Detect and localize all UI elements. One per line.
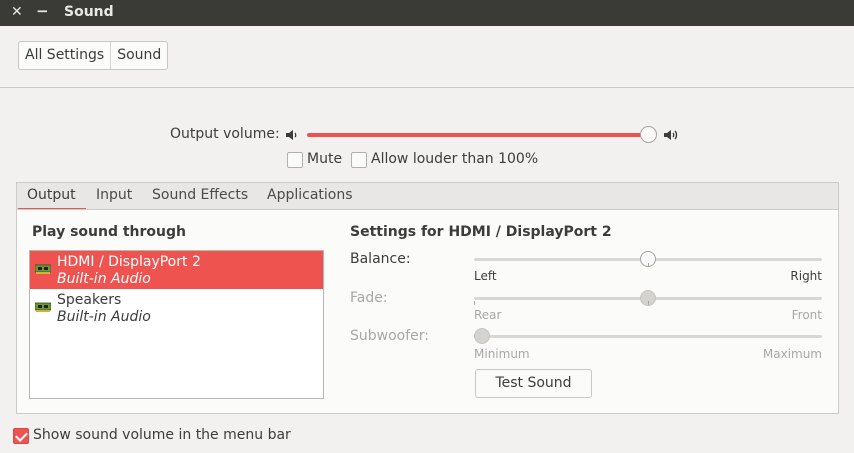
fade-center-tick — [648, 301, 649, 305]
test-sound-button[interactable]: Test Sound — [475, 369, 592, 398]
sound-card-icon — [35, 264, 51, 274]
breadcrumb-all-settings[interactable]: All Settings — [19, 42, 110, 69]
balance-left-label: Left — [474, 269, 497, 283]
fade-rear-label: Rear — [474, 308, 502, 322]
device-item-speakers[interactable]: Speakers Built-in Audio — [30, 289, 323, 327]
title-bar: ✕ − Sound — [0, 0, 854, 26]
subwoofer-minimum-label: Minimum — [474, 347, 530, 361]
balance-label: Balance: — [350, 251, 411, 267]
show-in-menubar-checkbox[interactable] — [13, 428, 29, 444]
show-in-menubar-label: Show sound volume in the menu bar — [33, 427, 291, 443]
close-icon[interactable]: ✕ — [11, 4, 23, 20]
play-sound-through-heading: Play sound through — [32, 224, 186, 240]
output-panel: Play sound through HDMI / DisplayPort 2 … — [16, 209, 839, 414]
device-list: HDMI / DisplayPort 2 Built-in Audio Spea… — [29, 250, 324, 399]
subwoofer-maximum-label: Maximum — [762, 347, 822, 361]
output-volume-label: Output volume: — [170, 126, 280, 142]
breadcrumb-sound[interactable]: Sound — [110, 42, 167, 69]
allow-louder-checkbox[interactable] — [351, 152, 367, 168]
speaker-low-icon — [286, 130, 297, 140]
mute-checkbox[interactable] — [287, 152, 303, 168]
minimize-icon[interactable]: − — [36, 2, 49, 20]
output-volume-knob[interactable] — [640, 126, 657, 143]
sound-card-icon — [35, 302, 51, 312]
settings-heading: Settings for HDMI / DisplayPort 2 — [350, 224, 612, 240]
subwoofer-slider[interactable] — [474, 335, 822, 338]
balance-center-tick — [648, 263, 649, 267]
fade-label: Fade: — [350, 290, 388, 306]
fade-start-tick — [474, 301, 475, 305]
allow-louder-label: Allow louder than 100% — [371, 151, 539, 167]
window-title: Sound — [64, 4, 114, 20]
subwoofer-label: Subwoofer: — [350, 328, 429, 344]
device-subtitle: Built-in Audio — [57, 309, 151, 325]
subwoofer-knob[interactable] — [474, 328, 490, 344]
mute-label: Mute — [307, 151, 343, 167]
breadcrumb: All Settings Sound — [18, 41, 169, 70]
output-volume-track[interactable] — [307, 133, 648, 137]
tab-input[interactable]: Input — [96, 187, 132, 203]
device-subtitle: Built-in Audio — [57, 271, 151, 287]
device-name: HDMI / DisplayPort 2 — [57, 254, 201, 270]
device-item-hdmi[interactable]: HDMI / DisplayPort 2 Built-in Audio — [30, 251, 323, 289]
tab-bar: Output Input Sound Effects Applications — [16, 182, 839, 210]
device-name: Speakers — [57, 292, 122, 308]
tab-sound-effects[interactable]: Sound Effects — [152, 187, 248, 203]
tab-output[interactable]: Output — [27, 187, 76, 203]
toolbar: All Settings Sound — [0, 26, 854, 88]
speaker-high-icon — [664, 130, 678, 140]
tab-applications[interactable]: Applications — [267, 187, 353, 203]
balance-right-label: Right — [790, 269, 822, 283]
fade-front-label: Front — [791, 308, 822, 322]
